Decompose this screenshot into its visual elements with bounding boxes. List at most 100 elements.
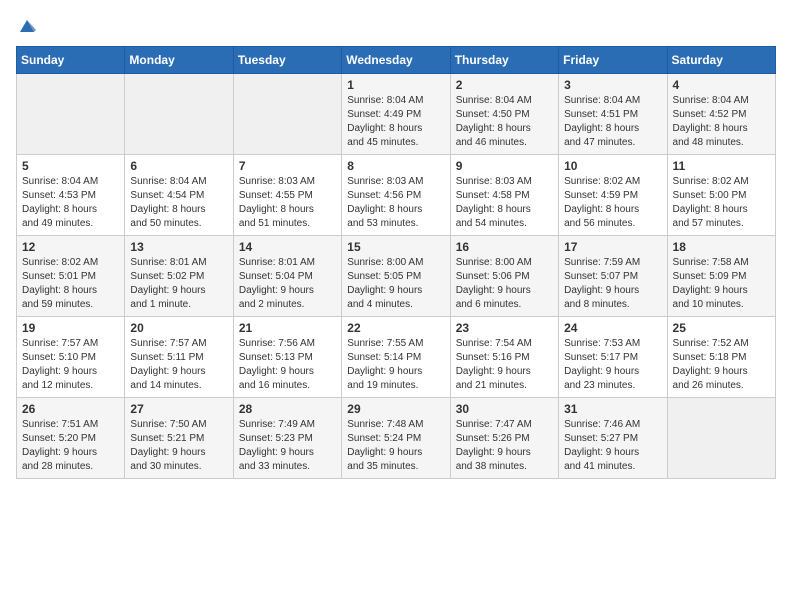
day-cell: 27Sunrise: 7:50 AM Sunset: 5:21 PM Dayli…	[125, 398, 233, 479]
day-number: 23	[456, 321, 553, 335]
day-cell: 28 Sunrise: 7:49 AM Sunset: 5:23 PM Dayli…	[233, 398, 341, 479]
header-thursday: Thursday	[450, 47, 558, 74]
day-cell: 23 Sunrise: 7:54 AM Sunset: 5:16 PM Dayli…	[450, 317, 558, 398]
day-cell: 9 Sunrise: 8:03 AM Sunset: 4:58 PM Daylig…	[450, 155, 558, 236]
logo-triangle-icon	[18, 16, 36, 34]
day-number: 25	[673, 321, 770, 335]
day-info: Sunrise: 7:46 AM Sunset: 5:27 PM Dayligh…	[564, 418, 661, 474]
day-number: 12	[22, 240, 119, 254]
header-wednesday: Wednesday	[342, 47, 450, 74]
day-info: Sunrise: 7:49 AM Sunset: 5:23 PM Dayligh…	[239, 418, 336, 474]
day-cell: 24Sunrise: 7:53 AM Sunset: 5:17 PM Dayli…	[559, 317, 667, 398]
day-number: 28	[239, 402, 336, 416]
day-info: Sunrise: 8:04 AM Sunset: 4:52 PM Dayligh…	[673, 94, 770, 150]
day-cell: 14Sunrise: 8:01 AM Sunset: 5:04 PM Dayli…	[233, 236, 341, 317]
day-number: 7	[239, 159, 336, 173]
day-number: 19	[22, 321, 119, 335]
day-cell: 18 Sunrise: 7:58 AM Sunset: 5:09 PM Dayli…	[667, 236, 775, 317]
day-cell: 13 Sunrise: 8:01 AM Sunset: 5:02 PM Dayli…	[125, 236, 233, 317]
day-cell: 6 Sunrise: 8:04 AM Sunset: 4:54 PM Daylig…	[125, 155, 233, 236]
day-number: 6	[130, 159, 227, 173]
day-number: 8	[347, 159, 444, 173]
logo	[16, 16, 36, 34]
day-number: 4	[673, 78, 770, 92]
day-number: 21	[239, 321, 336, 335]
header-tuesday: Tuesday	[233, 47, 341, 74]
day-number: 2	[456, 78, 553, 92]
day-cell: 30Sunrise: 7:47 AM Sunset: 5:26 PM Dayli…	[450, 398, 558, 479]
day-info: Sunrise: 8:00 AM Sunset: 5:06 PM Dayligh…	[456, 256, 553, 312]
day-info: Sunrise: 7:56 AM Sunset: 5:13 PM Dayligh…	[239, 337, 336, 393]
day-cell: 19 Sunrise: 7:57 AM Sunset: 5:10 PM Dayli…	[17, 317, 125, 398]
day-cell: 20 Sunrise: 7:57 AM Sunset: 5:11 PM Dayli…	[125, 317, 233, 398]
day-cell: 1 Sunrise: 8:04 AM Sunset: 4:49 PM Daylig…	[342, 74, 450, 155]
day-info: Sunrise: 7:54 AM Sunset: 5:16 PM Dayligh…	[456, 337, 553, 393]
day-cell: 16 Sunrise: 8:00 AM Sunset: 5:06 PM Dayli…	[450, 236, 558, 317]
header-row: SundayMondayTuesdayWednesdayThursdayFrid…	[17, 47, 776, 74]
day-number: 11	[673, 159, 770, 173]
day-info: Sunrise: 8:04 AM Sunset: 4:49 PM Dayligh…	[347, 94, 444, 150]
header-saturday: Saturday	[667, 47, 775, 74]
day-cell: 7 Sunrise: 8:03 AM Sunset: 4:55 PM Daylig…	[233, 155, 341, 236]
day-number: 27	[130, 402, 227, 416]
day-cell	[233, 74, 341, 155]
week-row-4: 19 Sunrise: 7:57 AM Sunset: 5:10 PM Dayli…	[17, 317, 776, 398]
day-info: Sunrise: 7:57 AM Sunset: 5:11 PM Dayligh…	[130, 337, 227, 393]
calendar-table: SundayMondayTuesdayWednesdayThursdayFrid…	[16, 46, 776, 479]
day-info: Sunrise: 8:03 AM Sunset: 4:58 PM Dayligh…	[456, 175, 553, 231]
day-cell: 2 Sunrise: 8:04 AM Sunset: 4:50 PM Daylig…	[450, 74, 558, 155]
day-cell: 3Sunrise: 8:04 AM Sunset: 4:51 PM Daylig…	[559, 74, 667, 155]
day-number: 1	[347, 78, 444, 92]
day-info: Sunrise: 8:01 AM Sunset: 5:04 PM Dayligh…	[239, 256, 336, 312]
page-header	[16, 16, 776, 34]
header-friday: Friday	[559, 47, 667, 74]
day-number: 15	[347, 240, 444, 254]
day-info: Sunrise: 8:02 AM Sunset: 5:01 PM Dayligh…	[22, 256, 119, 312]
day-info: Sunrise: 7:59 AM Sunset: 5:07 PM Dayligh…	[564, 256, 661, 312]
day-cell: 15Sunrise: 8:00 AM Sunset: 5:05 PM Dayli…	[342, 236, 450, 317]
day-cell	[125, 74, 233, 155]
day-cell: 26Sunrise: 7:51 AM Sunset: 5:20 PM Dayli…	[17, 398, 125, 479]
day-number: 3	[564, 78, 661, 92]
day-number: 13	[130, 240, 227, 254]
week-row-1: 1 Sunrise: 8:04 AM Sunset: 4:49 PM Daylig…	[17, 74, 776, 155]
day-number: 9	[456, 159, 553, 173]
day-number: 5	[22, 159, 119, 173]
day-number: 16	[456, 240, 553, 254]
day-info: Sunrise: 8:04 AM Sunset: 4:54 PM Dayligh…	[130, 175, 227, 231]
header-monday: Monday	[125, 47, 233, 74]
day-cell: 25 Sunrise: 7:52 AM Sunset: 5:18 PM Dayli…	[667, 317, 775, 398]
day-cell	[17, 74, 125, 155]
day-info: Sunrise: 8:02 AM Sunset: 5:00 PM Dayligh…	[673, 175, 770, 231]
week-row-5: 26Sunrise: 7:51 AM Sunset: 5:20 PM Dayli…	[17, 398, 776, 479]
week-row-2: 5 Sunrise: 8:04 AM Sunset: 4:53 PM Daylig…	[17, 155, 776, 236]
week-row-3: 12 Sunrise: 8:02 AM Sunset: 5:01 PM Dayli…	[17, 236, 776, 317]
day-cell: 5 Sunrise: 8:04 AM Sunset: 4:53 PM Daylig…	[17, 155, 125, 236]
day-cell: 21 Sunrise: 7:56 AM Sunset: 5:13 PM Dayli…	[233, 317, 341, 398]
day-info: Sunrise: 8:04 AM Sunset: 4:53 PM Dayligh…	[22, 175, 119, 231]
day-cell	[667, 398, 775, 479]
day-info: Sunrise: 8:03 AM Sunset: 4:55 PM Dayligh…	[239, 175, 336, 231]
day-info: Sunrise: 7:55 AM Sunset: 5:14 PM Dayligh…	[347, 337, 444, 393]
day-number: 10	[564, 159, 661, 173]
day-info: Sunrise: 7:53 AM Sunset: 5:17 PM Dayligh…	[564, 337, 661, 393]
day-cell: 22 Sunrise: 7:55 AM Sunset: 5:14 PM Dayli…	[342, 317, 450, 398]
day-number: 29	[347, 402, 444, 416]
day-info: Sunrise: 8:03 AM Sunset: 4:56 PM Dayligh…	[347, 175, 444, 231]
day-cell: 10 Sunrise: 8:02 AM Sunset: 4:59 PM Dayli…	[559, 155, 667, 236]
day-cell: 29Sunrise: 7:48 AM Sunset: 5:24 PM Dayli…	[342, 398, 450, 479]
day-info: Sunrise: 8:04 AM Sunset: 4:50 PM Dayligh…	[456, 94, 553, 150]
day-cell: 4 Sunrise: 8:04 AM Sunset: 4:52 PM Daylig…	[667, 74, 775, 155]
day-number: 18	[673, 240, 770, 254]
day-info: Sunrise: 8:02 AM Sunset: 4:59 PM Dayligh…	[564, 175, 661, 231]
day-info: Sunrise: 7:52 AM Sunset: 5:18 PM Dayligh…	[673, 337, 770, 393]
day-cell: 11 Sunrise: 8:02 AM Sunset: 5:00 PM Dayli…	[667, 155, 775, 236]
day-info: Sunrise: 8:01 AM Sunset: 5:02 PM Dayligh…	[130, 256, 227, 312]
day-cell: 17Sunrise: 7:59 AM Sunset: 5:07 PM Dayli…	[559, 236, 667, 317]
day-info: Sunrise: 7:58 AM Sunset: 5:09 PM Dayligh…	[673, 256, 770, 312]
day-info: Sunrise: 7:57 AM Sunset: 5:10 PM Dayligh…	[22, 337, 119, 393]
day-number: 20	[130, 321, 227, 335]
day-number: 31	[564, 402, 661, 416]
day-cell: 8 Sunrise: 8:03 AM Sunset: 4:56 PM Daylig…	[342, 155, 450, 236]
day-number: 22	[347, 321, 444, 335]
